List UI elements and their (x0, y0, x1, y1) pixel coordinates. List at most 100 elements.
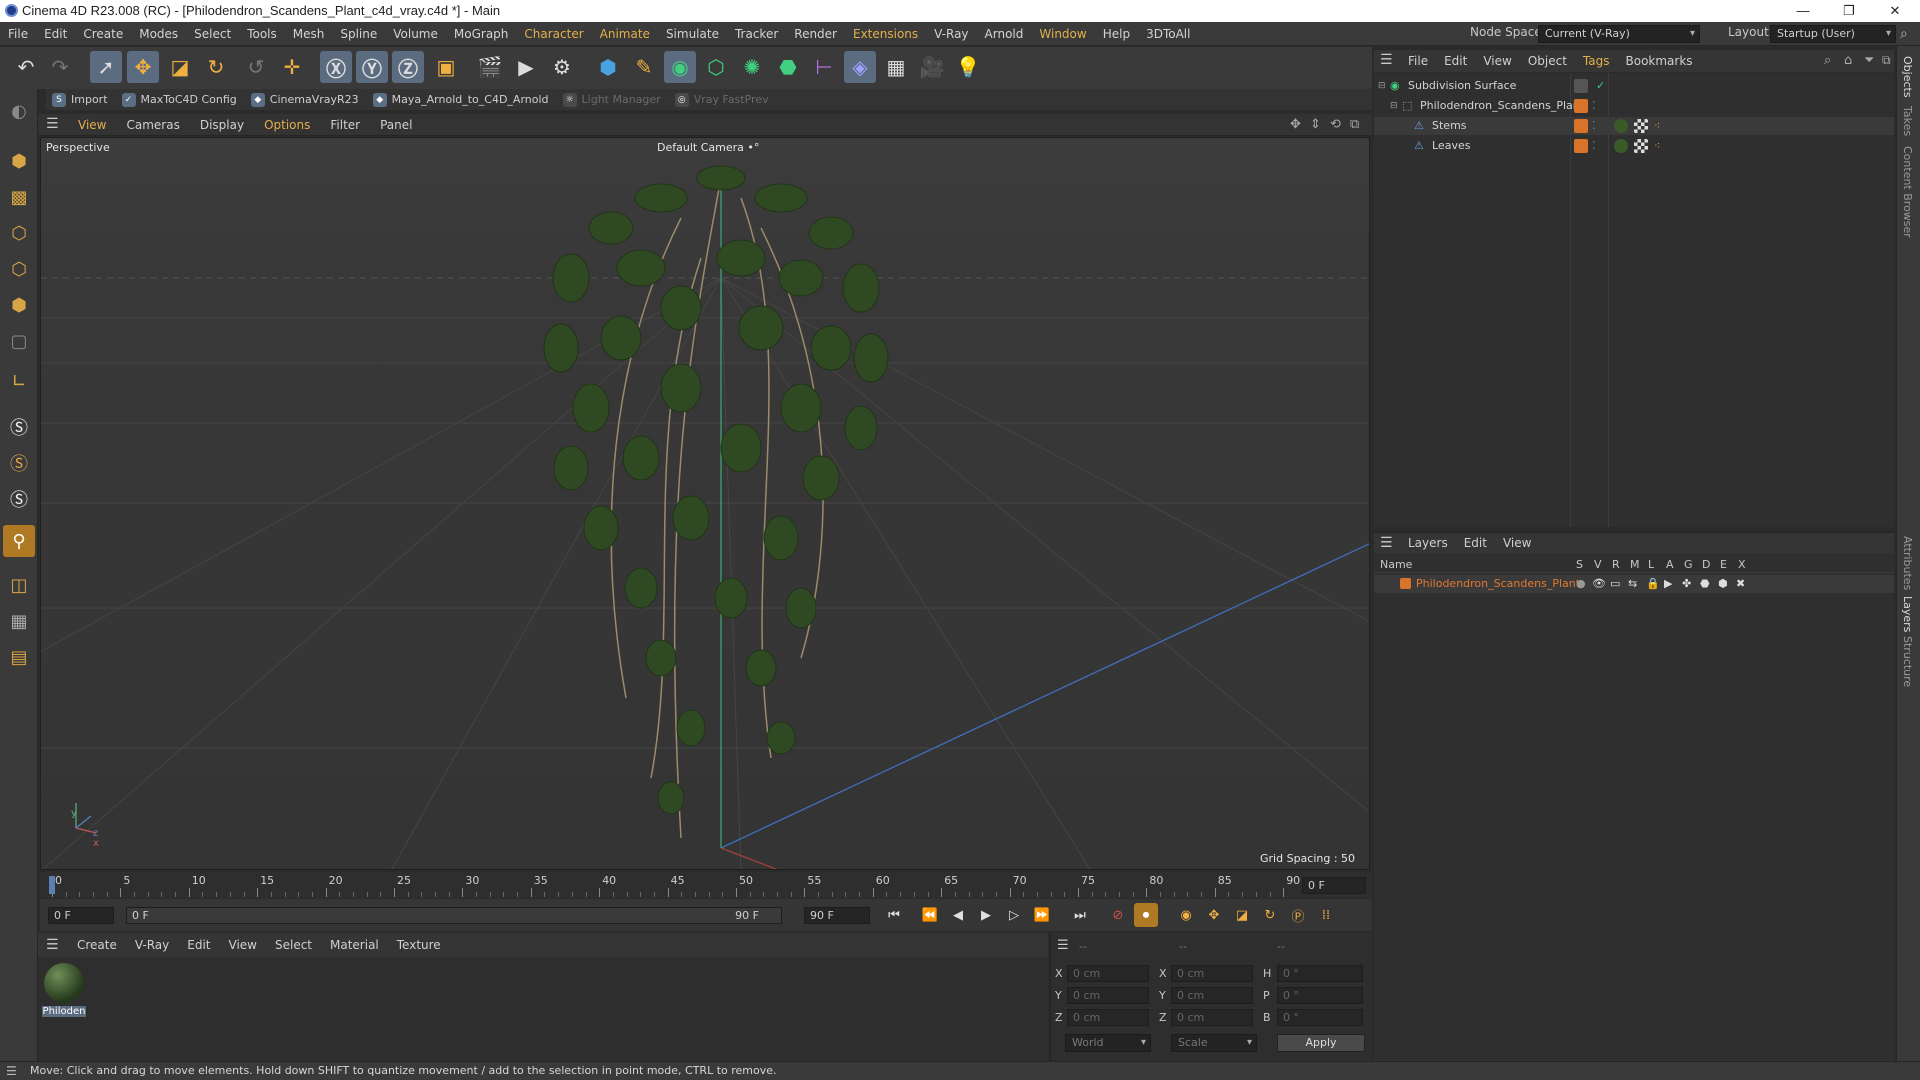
viewport-perspective[interactable]: Perspective Default Camera •° Grid Spaci… (40, 137, 1370, 870)
viewport-menu-cameras[interactable]: Cameras (116, 114, 189, 136)
status-menu-icon[interactable]: ☰ (6, 1062, 17, 1080)
uvw-tag-icon[interactable] (1634, 119, 1648, 133)
coord-pos-x-field[interactable]: 0 cm (1067, 965, 1149, 982)
viewport-camera-label[interactable]: Default Camera •° (657, 141, 759, 154)
record-keys-icon[interactable]: ⊘ (1106, 903, 1130, 927)
layer-color-icon[interactable] (1574, 119, 1588, 133)
tree-row-subdivision-surface[interactable]: ⊟ ◉ Subdivision Surface ✓ (1374, 77, 1894, 95)
vray-fastprev-button[interactable]: ◎ Vray FastPrev (674, 92, 769, 107)
material-item[interactable]: Philoden (42, 961, 86, 1023)
layer-color-icon[interactable] (1574, 139, 1588, 153)
object-search-icon[interactable]: ⌕ (1824, 53, 1831, 68)
maya-arnold-button[interactable]: ◆ Maya_Arnold_to_C4D_Arnold (372, 92, 549, 107)
viewport-move-icon[interactable]: ✥ (1290, 117, 1301, 132)
z-axis-lock-icon[interactable]: Ⓩ (392, 51, 424, 83)
menu-spline[interactable]: Spline (332, 22, 385, 46)
object-home-icon[interactable]: ⌂ (1844, 53, 1852, 68)
material-menu-create[interactable]: Create (68, 933, 126, 957)
apply-button[interactable]: Apply (1277, 1034, 1365, 1052)
axis-mode-icon[interactable]: ∟ (3, 365, 35, 397)
search-icon[interactable]: ⌕ (1900, 26, 1908, 42)
material-menu-texture[interactable]: Texture (388, 933, 450, 957)
layer-row[interactable]: Philodendron_Scandens_Plant ● 👁 ▭ ⇆ 🔒 ▶ … (1374, 575, 1894, 593)
max-frame-field[interactable]: 90 F (804, 907, 870, 924)
layer-menu-layers[interactable]: Layers (1400, 532, 1456, 554)
menu-mesh[interactable]: Mesh (285, 22, 333, 46)
render-settings-icon[interactable]: ⚙ (546, 51, 578, 83)
rotate-tool-icon[interactable]: ↻ (200, 51, 232, 83)
layout-dropdown[interactable]: Startup (User) (1770, 25, 1896, 43)
key-scale-icon[interactable]: ◪ (1230, 903, 1254, 927)
coord-size-y-field[interactable]: 0 cm (1171, 987, 1253, 1004)
prev-frame-icon[interactable]: ◀ (946, 903, 970, 927)
menu-character[interactable]: Character (516, 22, 591, 46)
menu-edit[interactable]: Edit (36, 22, 75, 46)
material-tag-icon[interactable] (1614, 119, 1628, 133)
x-axis-lock-icon[interactable]: Ⓧ (320, 51, 352, 83)
coord-pos-y-field[interactable]: 0 cm (1067, 987, 1149, 1004)
grid-icon[interactable]: ▦ (3, 605, 35, 637)
goto-start-icon[interactable]: ⏮ (882, 903, 906, 927)
texture-mode-icon[interactable]: ▩ (3, 181, 35, 213)
menu-extensions[interactable]: Extensions (845, 22, 926, 46)
create-tool-icon[interactable]: ✛ (276, 51, 308, 83)
visibility-dots-icon[interactable]: ⁚ (1592, 137, 1596, 155)
model-mode-icon[interactable]: ⬢ (3, 145, 35, 177)
import-button[interactable]: S Import (52, 92, 108, 107)
coord-rot-h-field[interactable]: 0 ° (1277, 965, 1363, 982)
coordinate-system-icon[interactable]: ▣ (430, 51, 462, 83)
y-axis-lock-icon[interactable]: Ⓨ (356, 51, 388, 83)
enabled-check-icon[interactable]: ✓ (1596, 77, 1605, 95)
object-menu-edit[interactable]: Edit (1436, 50, 1475, 72)
menu-animate[interactable]: Animate (592, 22, 658, 46)
layer-menu-edit[interactable]: Edit (1456, 532, 1495, 554)
side-tab-content-browser[interactable]: Content Browser (1901, 146, 1914, 238)
layer-name[interactable]: Philodendron_Scandens_Plant (1416, 575, 1580, 593)
coord-size-z-field[interactable]: 0 cm (1171, 1009, 1253, 1026)
viewport-maximize-icon[interactable]: ⧉ (1350, 117, 1359, 132)
points-mode-icon[interactable]: ⬡ (3, 217, 35, 249)
layer-solo-icon[interactable]: ● (1576, 575, 1586, 593)
layer-lock-icon[interactable]: 🔒 (1646, 575, 1660, 593)
snap-settings-icon[interactable]: Ⓢ (3, 447, 35, 479)
workplane-icon[interactable]: ◫ (3, 569, 35, 601)
phong-tag-icon[interactable]: ⁖ (1654, 137, 1660, 155)
coord-mode-dropdown[interactable]: World (1065, 1034, 1151, 1052)
layer-xref-icon[interactable]: ✖ (1736, 575, 1745, 593)
visibility-toggle-icon[interactable] (1574, 79, 1588, 93)
viewport-zoom-icon[interactable]: ⇕ (1310, 117, 1321, 132)
uvw-tag-icon[interactable] (1634, 139, 1648, 153)
light-icon[interactable]: 💡 (952, 51, 984, 83)
coord-hamburger-icon[interactable]: ☰ (1057, 938, 1069, 953)
key-parameter-icon[interactable]: Ⓟ (1286, 903, 1310, 927)
coord-scale-dropdown[interactable]: Scale (1171, 1034, 1257, 1052)
key-position-icon[interactable]: ✥ (1202, 903, 1226, 927)
pen-spline-icon[interactable]: ✎ (628, 51, 660, 83)
timeline-playhead[interactable] (49, 876, 55, 894)
play-icon[interactable]: ▶ (974, 903, 998, 927)
material-menu-view[interactable]: View (220, 933, 266, 957)
menu-file[interactable]: File (0, 22, 36, 46)
object-menu-bookmarks[interactable]: Bookmarks (1618, 50, 1701, 72)
layer-color-icon[interactable] (1574, 99, 1588, 113)
viewport-menu-view[interactable]: View (68, 114, 116, 136)
timeline-ruler[interactable]: 0 5 10 15 20 25 30 35 40 45 50 55 60 65 70 75 80 85 90 0 F (40, 872, 1372, 898)
menu-mograph[interactable]: MoGraph (446, 22, 517, 46)
material-menu-material[interactable]: Material (321, 933, 388, 957)
side-tab-layers[interactable]: Layers (1901, 596, 1914, 632)
tree-row-leaves[interactable]: ⚠ Leaves ⁚ ⁖ (1374, 137, 1894, 155)
layer-deformers-icon[interactable]: ⬣ (1700, 575, 1710, 593)
collapse-toggle-icon[interactable]: ⊟ (1378, 77, 1386, 95)
redo-icon[interactable]: ↷ (44, 51, 76, 83)
coord-rot-b-field[interactable]: 0 ° (1277, 1009, 1363, 1026)
visibility-dots-icon[interactable]: ⁚ (1592, 97, 1596, 115)
scale-tool-icon[interactable]: ◪ (164, 51, 196, 83)
menu-modes[interactable]: Modes (131, 22, 186, 46)
layer-color-swatch[interactable] (1400, 578, 1411, 589)
menu-help[interactable]: Help (1095, 22, 1138, 46)
select-tool-icon[interactable]: ➚ (90, 51, 122, 83)
locked-workplane-icon[interactable]: ▤ (3, 641, 35, 673)
floor-icon[interactable]: ▦ (880, 51, 912, 83)
viewport-menu-filter[interactable]: Filter (320, 114, 370, 136)
deformer-icon[interactable]: ⬣ (772, 51, 804, 83)
